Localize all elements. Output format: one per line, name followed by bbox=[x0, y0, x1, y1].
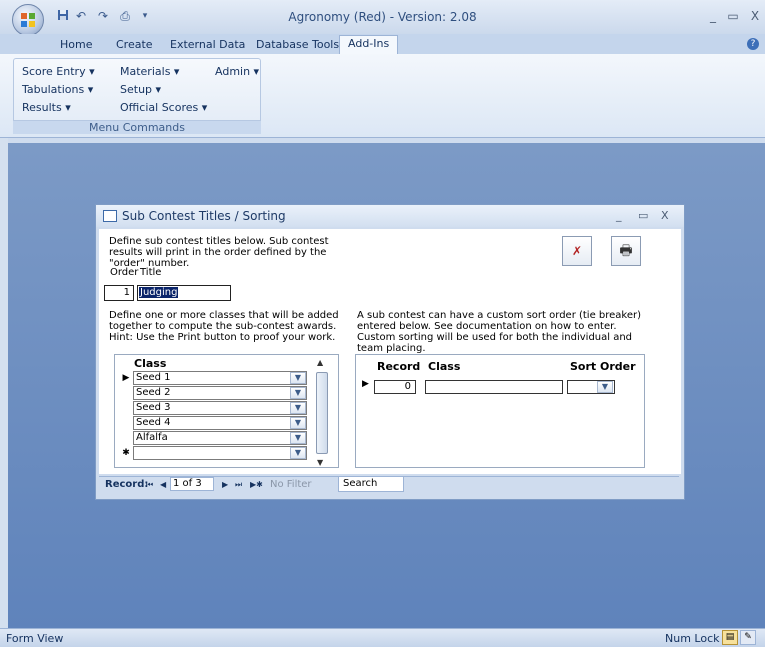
class-row[interactable]: Seed 3 bbox=[133, 401, 307, 415]
status-view-label: Form View bbox=[6, 632, 64, 645]
class-row[interactable]: Alfalfa bbox=[133, 431, 307, 445]
class-dropdown-icon[interactable]: ▼ bbox=[290, 387, 306, 399]
record-selector-current[interactable]: ▶ bbox=[119, 371, 133, 385]
title-input-value: Judging bbox=[139, 287, 179, 298]
navigation-pane-edge bbox=[0, 138, 8, 628]
new-record-icon[interactable]: ✱ bbox=[119, 446, 133, 460]
scroll-down-icon[interactable]: ▼ bbox=[317, 458, 323, 467]
help-icon[interactable]: ? bbox=[747, 38, 759, 50]
form-icon bbox=[103, 210, 117, 222]
dialog-maximize-button[interactable]: ▭ bbox=[638, 209, 648, 222]
sort-order-column-header: Sort Order bbox=[570, 360, 636, 373]
scroll-thumb[interactable] bbox=[316, 372, 328, 454]
sort-record-field[interactable]: 0 bbox=[374, 380, 416, 394]
admin-menu[interactable]: Admin ▾ bbox=[215, 65, 259, 78]
print-button[interactable]: 🖶 bbox=[611, 236, 641, 266]
order-input[interactable]: 1 bbox=[104, 285, 134, 301]
official-scores-menu[interactable]: Official Scores ▾ bbox=[120, 101, 207, 114]
tab-add-ins[interactable]: Add-Ins bbox=[339, 35, 399, 55]
class-column-header: Class bbox=[134, 357, 167, 370]
maximize-button[interactable]: ▭ bbox=[726, 9, 740, 23]
last-record-icon[interactable]: ⏭ bbox=[235, 480, 242, 490]
setup-menu[interactable]: Setup ▾ bbox=[120, 83, 161, 96]
materials-menu[interactable]: Materials ▾ bbox=[120, 65, 179, 78]
class-dropdown-icon[interactable]: ▼ bbox=[290, 417, 306, 429]
minimize-button[interactable]: _ bbox=[706, 9, 720, 23]
title-label: Title bbox=[140, 267, 162, 278]
delete-record-button[interactable]: ✗ bbox=[562, 236, 592, 266]
class-dropdown-icon[interactable]: ▼ bbox=[290, 447, 306, 459]
tab-create[interactable]: Create bbox=[108, 37, 161, 54]
tab-home[interactable]: Home bbox=[52, 37, 100, 54]
title-input[interactable]: Judging bbox=[137, 285, 231, 301]
class-row[interactable]: Seed 2 bbox=[133, 386, 307, 400]
class-dropdown-icon[interactable]: ▼ bbox=[290, 432, 306, 444]
tab-external-data[interactable]: External Data bbox=[162, 37, 253, 54]
num-lock-indicator: Num Lock bbox=[665, 632, 720, 645]
record-label: Record: bbox=[105, 479, 149, 490]
class-row[interactable]: Seed 1 bbox=[133, 371, 307, 385]
results-menu[interactable]: Results ▾ bbox=[22, 101, 71, 114]
close-button[interactable]: X bbox=[748, 9, 762, 23]
sort-class-field[interactable] bbox=[425, 380, 563, 394]
design-view-icon[interactable]: ✎ bbox=[740, 630, 756, 645]
sort-record-selector[interactable]: ▶ bbox=[362, 379, 369, 389]
new-record-nav-icon[interactable]: ▶✱ bbox=[250, 480, 263, 489]
class-column-header-sort: Class bbox=[428, 360, 461, 373]
next-record-icon[interactable]: ▶ bbox=[222, 480, 228, 489]
class-dropdown-icon[interactable]: ▼ bbox=[290, 372, 306, 384]
no-filter-button[interactable]: No Filter bbox=[270, 479, 312, 490]
score-entry-menu[interactable]: Score Entry ▾ bbox=[22, 65, 95, 78]
class-row[interactable]: Seed 4 bbox=[133, 416, 307, 430]
app-title: Agronomy (Red) - Version: 2.08 bbox=[288, 10, 477, 24]
dialog-minimize-button[interactable]: _ bbox=[616, 209, 622, 222]
form-view-icon[interactable]: ▤ bbox=[722, 630, 738, 645]
dialog-close-button[interactable]: X bbox=[661, 209, 669, 222]
search-input[interactable]: Search bbox=[338, 476, 404, 492]
intro-text: Define sub contest titles below. Sub con… bbox=[109, 236, 329, 269]
class-dropdown-icon[interactable]: ▼ bbox=[290, 402, 306, 414]
first-record-icon[interactable]: ⏮ bbox=[146, 480, 153, 490]
scroll-up-icon[interactable]: ▲ bbox=[317, 358, 323, 367]
group-label: Menu Commands bbox=[13, 120, 261, 134]
dialog-title: Sub Contest Titles / Sorting bbox=[122, 209, 286, 223]
sort-hint-text: A sub contest can have a custom sort ord… bbox=[357, 310, 642, 354]
order-label: Order bbox=[110, 267, 139, 278]
sort-order-dropdown-icon[interactable]: ▼ bbox=[597, 381, 613, 393]
class-row-new[interactable] bbox=[133, 446, 307, 460]
current-record-field[interactable]: 1 of 3 bbox=[170, 477, 214, 491]
previous-record-icon[interactable]: ◀ bbox=[160, 480, 166, 489]
class-hint-text: Define one or more classes that will be … bbox=[109, 310, 339, 343]
tab-database-tools[interactable]: Database Tools bbox=[248, 37, 347, 54]
tabulations-menu[interactable]: Tabulations ▾ bbox=[22, 83, 93, 96]
record-column-header: Record bbox=[377, 360, 421, 373]
status-bar bbox=[0, 628, 765, 647]
